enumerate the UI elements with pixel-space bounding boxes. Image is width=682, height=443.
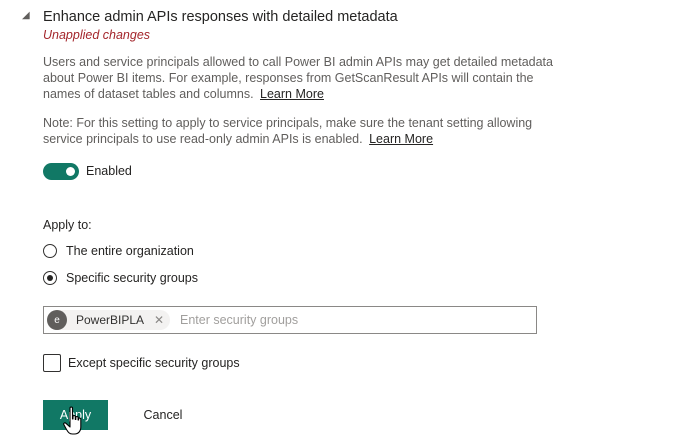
apply-button[interactable]: Apply: [43, 400, 108, 430]
cancel-button[interactable]: Cancel: [132, 400, 194, 430]
security-groups-input[interactable]: [180, 311, 520, 329]
chip-label: PowerBIPLA: [76, 313, 145, 327]
chip-avatar: e: [47, 310, 67, 330]
enabled-toggle[interactable]: [43, 163, 79, 180]
remove-chip-icon[interactable]: ✕: [154, 313, 164, 327]
except-groups-label[interactable]: Except specific security groups: [68, 356, 240, 370]
note-learn-more-link[interactable]: Learn More: [369, 132, 433, 146]
radio-label-entire-organization[interactable]: The entire organization: [66, 244, 194, 258]
security-group-chip: e PowerBIPLA ✕: [47, 310, 171, 330]
apply-to-label: Apply to:: [43, 218, 92, 232]
radio-label-specific-security-groups[interactable]: Specific security groups: [66, 271, 198, 285]
note-text: Note: For this setting to apply to servi…: [43, 116, 533, 146]
setting-title: Enhance admin APIs responses with detail…: [43, 9, 398, 25]
security-group-picker[interactable]: e PowerBIPLA ✕: [43, 306, 537, 334]
setting-description: Users and service principals allowed to …: [43, 54, 563, 102]
radio-entire-organization[interactable]: [43, 244, 57, 258]
toggle-label: Enabled: [86, 164, 132, 178]
unapplied-changes-label: Unapplied changes: [43, 28, 151, 42]
toggle-knob: [66, 167, 75, 176]
except-groups-checkbox[interactable]: [43, 354, 61, 372]
collapse-triangle-icon[interactable]: ◢: [22, 10, 30, 21]
radio-specific-security-groups[interactable]: [43, 271, 57, 285]
radio-selected-dot: [47, 275, 53, 281]
learn-more-link[interactable]: Learn More: [260, 87, 324, 101]
setting-note: Note: For this setting to apply to servi…: [43, 115, 563, 147]
